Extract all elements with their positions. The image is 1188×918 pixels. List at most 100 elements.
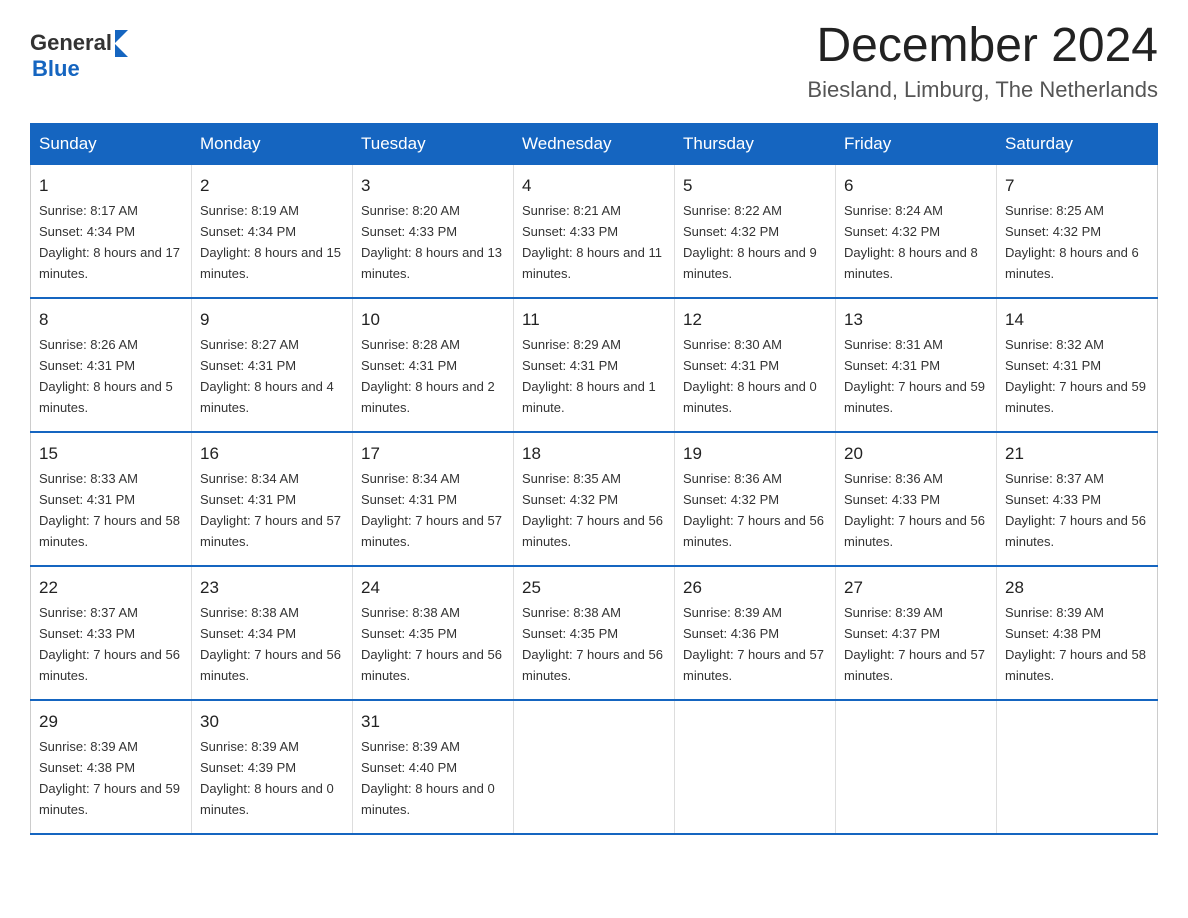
calendar-cell: 16 Sunrise: 8:34 AMSunset: 4:31 PMDaylig…: [192, 432, 353, 566]
calendar-cell: 19 Sunrise: 8:36 AMSunset: 4:32 PMDaylig…: [675, 432, 836, 566]
day-number: 5: [683, 173, 827, 199]
calendar-table: SundayMondayTuesdayWednesdayThursdayFrid…: [30, 123, 1158, 835]
day-info: Sunrise: 8:38 AMSunset: 4:35 PMDaylight:…: [361, 605, 502, 683]
day-info: Sunrise: 8:38 AMSunset: 4:34 PMDaylight:…: [200, 605, 341, 683]
calendar-cell: 27 Sunrise: 8:39 AMSunset: 4:37 PMDaylig…: [836, 566, 997, 700]
day-number: 17: [361, 441, 505, 467]
day-info: Sunrise: 8:34 AMSunset: 4:31 PMDaylight:…: [361, 471, 502, 549]
logo-arrow-bottom: [115, 44, 128, 57]
page-header: General Blue December 2024 Biesland, Lim…: [30, 20, 1158, 103]
calendar-cell: [997, 700, 1158, 834]
calendar-cell: [675, 700, 836, 834]
calendar-cell: 6 Sunrise: 8:24 AMSunset: 4:32 PMDayligh…: [836, 164, 997, 298]
day-number: 4: [522, 173, 666, 199]
day-number: 28: [1005, 575, 1149, 601]
day-number: 10: [361, 307, 505, 333]
calendar-cell: 2 Sunrise: 8:19 AMSunset: 4:34 PMDayligh…: [192, 164, 353, 298]
calendar-cell: [514, 700, 675, 834]
calendar-week-row: 22 Sunrise: 8:37 AMSunset: 4:33 PMDaylig…: [31, 566, 1158, 700]
calendar-cell: 12 Sunrise: 8:30 AMSunset: 4:31 PMDaylig…: [675, 298, 836, 432]
day-info: Sunrise: 8:34 AMSunset: 4:31 PMDaylight:…: [200, 471, 341, 549]
title-area: December 2024 Biesland, Limburg, The Net…: [807, 20, 1158, 103]
calendar-cell: 9 Sunrise: 8:27 AMSunset: 4:31 PMDayligh…: [192, 298, 353, 432]
day-number: 16: [200, 441, 344, 467]
day-number: 29: [39, 709, 183, 735]
day-number: 23: [200, 575, 344, 601]
day-number: 27: [844, 575, 988, 601]
day-info: Sunrise: 8:27 AMSunset: 4:31 PMDaylight:…: [200, 337, 334, 415]
day-number: 13: [844, 307, 988, 333]
day-number: 21: [1005, 441, 1149, 467]
weekday-header-saturday: Saturday: [997, 123, 1158, 164]
day-info: Sunrise: 8:24 AMSunset: 4:32 PMDaylight:…: [844, 203, 978, 281]
day-number: 15: [39, 441, 183, 467]
calendar-week-row: 29 Sunrise: 8:39 AMSunset: 4:38 PMDaylig…: [31, 700, 1158, 834]
day-number: 7: [1005, 173, 1149, 199]
weekday-header-row: SundayMondayTuesdayWednesdayThursdayFrid…: [31, 123, 1158, 164]
logo: General Blue: [30, 30, 128, 81]
calendar-cell: 23 Sunrise: 8:38 AMSunset: 4:34 PMDaylig…: [192, 566, 353, 700]
calendar-cell: [836, 700, 997, 834]
calendar-cell: 14 Sunrise: 8:32 AMSunset: 4:31 PMDaylig…: [997, 298, 1158, 432]
day-number: 22: [39, 575, 183, 601]
day-info: Sunrise: 8:37 AMSunset: 4:33 PMDaylight:…: [1005, 471, 1146, 549]
day-number: 18: [522, 441, 666, 467]
day-info: Sunrise: 8:33 AMSunset: 4:31 PMDaylight:…: [39, 471, 180, 549]
calendar-cell: 4 Sunrise: 8:21 AMSunset: 4:33 PMDayligh…: [514, 164, 675, 298]
weekday-header-wednesday: Wednesday: [514, 123, 675, 164]
day-info: Sunrise: 8:38 AMSunset: 4:35 PMDaylight:…: [522, 605, 663, 683]
day-info: Sunrise: 8:21 AMSunset: 4:33 PMDaylight:…: [522, 203, 662, 281]
month-title: December 2024: [807, 20, 1158, 73]
calendar-cell: 10 Sunrise: 8:28 AMSunset: 4:31 PMDaylig…: [353, 298, 514, 432]
logo-arrow-top: [115, 30, 128, 43]
calendar-cell: 17 Sunrise: 8:34 AMSunset: 4:31 PMDaylig…: [353, 432, 514, 566]
calendar-cell: 13 Sunrise: 8:31 AMSunset: 4:31 PMDaylig…: [836, 298, 997, 432]
calendar-cell: 18 Sunrise: 8:35 AMSunset: 4:32 PMDaylig…: [514, 432, 675, 566]
day-number: 25: [522, 575, 666, 601]
calendar-cell: 24 Sunrise: 8:38 AMSunset: 4:35 PMDaylig…: [353, 566, 514, 700]
calendar-cell: 26 Sunrise: 8:39 AMSunset: 4:36 PMDaylig…: [675, 566, 836, 700]
calendar-cell: 1 Sunrise: 8:17 AMSunset: 4:34 PMDayligh…: [31, 164, 192, 298]
day-info: Sunrise: 8:20 AMSunset: 4:33 PMDaylight:…: [361, 203, 502, 281]
weekday-header-thursday: Thursday: [675, 123, 836, 164]
day-info: Sunrise: 8:19 AMSunset: 4:34 PMDaylight:…: [200, 203, 341, 281]
day-info: Sunrise: 8:39 AMSunset: 4:37 PMDaylight:…: [844, 605, 985, 683]
day-number: 8: [39, 307, 183, 333]
day-info: Sunrise: 8:39 AMSunset: 4:38 PMDaylight:…: [1005, 605, 1146, 683]
day-info: Sunrise: 8:39 AMSunset: 4:36 PMDaylight:…: [683, 605, 824, 683]
calendar-cell: 3 Sunrise: 8:20 AMSunset: 4:33 PMDayligh…: [353, 164, 514, 298]
calendar-cell: 31 Sunrise: 8:39 AMSunset: 4:40 PMDaylig…: [353, 700, 514, 834]
logo-text-blue: Blue: [32, 57, 128, 81]
logo-text-general: General: [30, 31, 112, 55]
location-title: Biesland, Limburg, The Netherlands: [807, 77, 1158, 103]
day-info: Sunrise: 8:35 AMSunset: 4:32 PMDaylight:…: [522, 471, 663, 549]
calendar-week-row: 1 Sunrise: 8:17 AMSunset: 4:34 PMDayligh…: [31, 164, 1158, 298]
weekday-header-friday: Friday: [836, 123, 997, 164]
day-info: Sunrise: 8:39 AMSunset: 4:38 PMDaylight:…: [39, 739, 180, 817]
day-info: Sunrise: 8:36 AMSunset: 4:33 PMDaylight:…: [844, 471, 985, 549]
day-number: 30: [200, 709, 344, 735]
day-info: Sunrise: 8:39 AMSunset: 4:40 PMDaylight:…: [361, 739, 495, 817]
calendar-cell: 8 Sunrise: 8:26 AMSunset: 4:31 PMDayligh…: [31, 298, 192, 432]
weekday-header-monday: Monday: [192, 123, 353, 164]
calendar-cell: 25 Sunrise: 8:38 AMSunset: 4:35 PMDaylig…: [514, 566, 675, 700]
calendar-cell: 22 Sunrise: 8:37 AMSunset: 4:33 PMDaylig…: [31, 566, 192, 700]
day-info: Sunrise: 8:26 AMSunset: 4:31 PMDaylight:…: [39, 337, 173, 415]
day-number: 12: [683, 307, 827, 333]
day-info: Sunrise: 8:30 AMSunset: 4:31 PMDaylight:…: [683, 337, 817, 415]
calendar-cell: 28 Sunrise: 8:39 AMSunset: 4:38 PMDaylig…: [997, 566, 1158, 700]
day-info: Sunrise: 8:39 AMSunset: 4:39 PMDaylight:…: [200, 739, 334, 817]
calendar-week-row: 8 Sunrise: 8:26 AMSunset: 4:31 PMDayligh…: [31, 298, 1158, 432]
day-info: Sunrise: 8:31 AMSunset: 4:31 PMDaylight:…: [844, 337, 985, 415]
calendar-cell: 30 Sunrise: 8:39 AMSunset: 4:39 PMDaylig…: [192, 700, 353, 834]
day-info: Sunrise: 8:29 AMSunset: 4:31 PMDaylight:…: [522, 337, 656, 415]
day-info: Sunrise: 8:25 AMSunset: 4:32 PMDaylight:…: [1005, 203, 1139, 281]
day-number: 26: [683, 575, 827, 601]
day-info: Sunrise: 8:32 AMSunset: 4:31 PMDaylight:…: [1005, 337, 1146, 415]
weekday-header-sunday: Sunday: [31, 123, 192, 164]
day-number: 31: [361, 709, 505, 735]
day-number: 20: [844, 441, 988, 467]
calendar-cell: 5 Sunrise: 8:22 AMSunset: 4:32 PMDayligh…: [675, 164, 836, 298]
day-number: 3: [361, 173, 505, 199]
day-number: 11: [522, 307, 666, 333]
